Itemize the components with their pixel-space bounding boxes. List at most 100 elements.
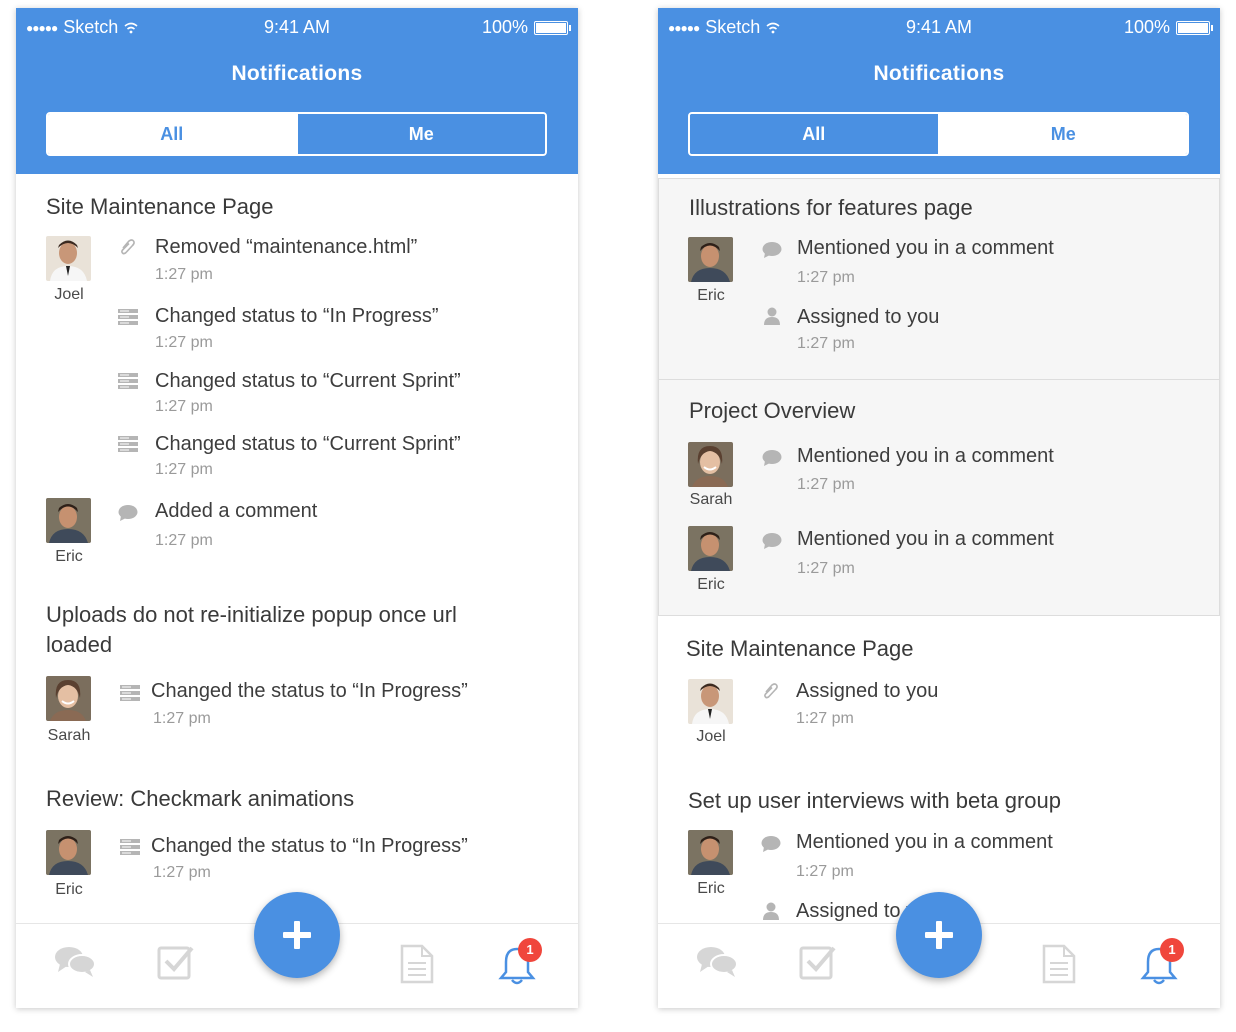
activity-time: 1:27 pm	[797, 476, 855, 493]
activity-text: Changed status to “Current Sprint”	[155, 433, 461, 455]
page-title: Notifications	[231, 62, 363, 85]
activity-text: Changed the status to “In Progress”	[151, 680, 468, 702]
avatar-sarah-icon	[688, 442, 733, 487]
add-button[interactable]	[254, 892, 340, 978]
activity-text: Added a comment	[155, 500, 318, 522]
user-name: Eric	[697, 287, 725, 304]
avatar	[688, 830, 733, 875]
plus-icon	[283, 921, 311, 949]
notification-card[interactable]: Illustrations for features page Eric Men…	[658, 178, 1220, 380]
activity-text: Changed the status to “In Progress”	[151, 835, 468, 857]
page-title: Notifications	[873, 62, 1005, 85]
user-name: Sarah	[47, 727, 91, 744]
activity-time: 1:27 pm	[797, 335, 855, 352]
header: ●●●●● Sketch 9:41 AM 100% Notifications …	[16, 8, 578, 174]
avatar	[688, 237, 733, 282]
paperclip-icon	[121, 239, 135, 255]
notification-badge: 1	[518, 938, 542, 962]
segment-all[interactable]: All	[48, 114, 296, 154]
activity-time: 1:27 pm	[153, 710, 211, 727]
battery-percent: 100%	[481, 17, 528, 37]
avatar	[46, 830, 91, 875]
avatar-eric-icon	[46, 830, 91, 875]
battery-icon	[534, 20, 571, 35]
activity-time: 1:27 pm	[153, 864, 211, 881]
segment-me[interactable]: Me	[295, 114, 545, 154]
avatar-sarah-icon	[46, 676, 91, 721]
activity-time: 1:27 pm	[796, 863, 854, 880]
status-list-icon	[118, 309, 138, 325]
activity-time: 1:27 pm	[797, 269, 855, 286]
comment-icon	[762, 533, 782, 549]
person-icon	[764, 307, 780, 325]
add-button[interactable]	[896, 892, 982, 978]
activity-text: Assigned to you	[797, 306, 940, 328]
status-list-icon	[120, 839, 140, 855]
avatar-eric-icon	[688, 830, 733, 875]
avatar	[46, 498, 91, 543]
activity-time: 1:27 pm	[155, 398, 213, 415]
avatar-joel-icon	[46, 236, 91, 281]
activity-text: Mentioned you in a comment	[797, 237, 1054, 259]
activity-time: 1:27 pm	[155, 461, 213, 478]
card-title: Illustrations for features page	[689, 195, 973, 220]
avatar-joel-icon	[688, 679, 733, 724]
checkbox-icon[interactable]	[799, 944, 837, 980]
segment-me[interactable]: Me	[937, 114, 1187, 154]
user-name: Eric	[55, 548, 83, 565]
user-name: Joel	[696, 728, 726, 745]
plus-icon	[925, 921, 953, 949]
status-list-icon	[118, 373, 138, 389]
activity-time: 1:27 pm	[155, 532, 213, 549]
user-name: Joel	[54, 286, 84, 303]
notification-card[interactable]: Site Maintenance Page Joel Removed “main…	[16, 174, 578, 587]
activity-text: Changed status to “Current Sprint”	[155, 370, 461, 392]
notification-card[interactable]: Site Maintenance Page Joel Assigned to y…	[658, 616, 1220, 773]
battery-percent: 100%	[1123, 17, 1170, 37]
card-title: Site Maintenance Page	[46, 194, 274, 219]
card-title: Project Overview	[689, 398, 856, 423]
card-title: Uploads do not re-initialize popup once …	[46, 602, 457, 657]
avatar	[46, 676, 91, 721]
avatar	[688, 679, 733, 724]
status-list-icon	[120, 685, 140, 701]
activity-time: 1:27 pm	[796, 710, 854, 727]
header: ●●●●● Sketch 9:41 AM 100% Notifications …	[658, 8, 1220, 174]
status-list-icon	[118, 436, 138, 452]
comment-icon	[762, 450, 782, 466]
chat-icon[interactable]	[696, 944, 738, 980]
card-title: Review: Checkmark animations	[46, 786, 355, 811]
activity-text: Mentioned you in a comment	[796, 831, 1053, 853]
activity-text: Changed status to “In Progress”	[155, 305, 439, 327]
notification-card[interactable]: Project Overview Sarah Mentioned you in …	[658, 379, 1220, 616]
activity-text: Mentioned you in a comment	[797, 528, 1054, 550]
activity-time: 1:27 pm	[155, 266, 213, 283]
chat-icon[interactable]	[54, 944, 96, 980]
activity-time: 1:27 pm	[155, 334, 213, 351]
document-icon[interactable]	[1042, 944, 1076, 984]
person-icon	[763, 902, 779, 920]
activity-text: Removed “maintenance.html”	[155, 236, 418, 258]
avatar-eric-icon	[46, 498, 91, 543]
comment-icon	[118, 505, 138, 521]
left-screen: ●●●●● Sketch 9:41 AM 100% Notifications …	[16, 8, 578, 1008]
user-name: Eric	[55, 881, 83, 898]
checkbox-icon[interactable]	[157, 944, 195, 980]
card-title: Set up user interviews with beta group	[688, 788, 1061, 813]
comment-icon	[762, 242, 782, 258]
status-bar: ●●●●● Sketch 9:41 AM 100%	[16, 8, 578, 46]
avatar-eric-icon	[688, 526, 733, 571]
segment-all[interactable]: All	[690, 114, 938, 154]
user-name: Sarah	[689, 491, 733, 508]
document-icon[interactable]	[400, 944, 434, 984]
notification-card[interactable]: Uploads do not re-initialize popup once …	[16, 586, 578, 767]
avatar-eric-icon	[688, 237, 733, 282]
segmented-control: All Me	[688, 112, 1189, 156]
avatar	[46, 236, 91, 281]
activity-time: 1:27 pm	[797, 560, 855, 577]
paperclip-icon	[764, 683, 778, 699]
notification-badge: 1	[1160, 938, 1184, 962]
segmented-control: All Me	[46, 112, 547, 156]
activity-text: Mentioned you in a comment	[797, 445, 1054, 467]
avatar	[688, 526, 733, 571]
